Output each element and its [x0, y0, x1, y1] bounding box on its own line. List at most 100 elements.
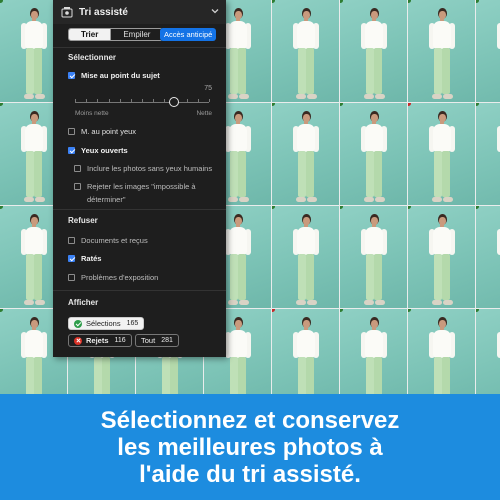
photo-thumbnail[interactable] — [408, 206, 475, 308]
stack-tab[interactable]: Empiler — [110, 29, 163, 40]
pick-flag-icon — [0, 206, 3, 209]
pick-flag-icon — [408, 0, 411, 3]
photo-thumbnail[interactable] — [476, 103, 500, 205]
photo-thumbnail[interactable] — [340, 309, 407, 394]
sort-stack-toggle: Trier Empiler — [68, 28, 164, 41]
early-access-badge[interactable]: Accès anticipé — [160, 28, 217, 41]
select-heading: Sélectionner — [68, 53, 117, 62]
sharpness-slider-thumb[interactable] — [169, 97, 179, 107]
slider-tick — [120, 99, 121, 102]
slider-tick — [131, 99, 132, 102]
pick-flag-icon — [340, 206, 343, 209]
reject-undetermined-option[interactable]: Rejeter les images "impossible à — [74, 181, 196, 191]
eyes-open-option[interactable]: Yeux ouverts — [68, 145, 128, 155]
assisted-sort-panel: Tri assisté Trier Empiler Accès anticipé… — [53, 0, 226, 357]
documents-label: Documents et reçus — [81, 235, 148, 245]
slider-tick — [97, 99, 98, 102]
slider-tick — [187, 99, 188, 102]
missed-checkbox[interactable] — [68, 254, 75, 262]
model-figure — [292, 8, 319, 102]
eye-focus-checkbox[interactable] — [68, 127, 75, 135]
photo-thumbnail[interactable] — [340, 206, 407, 308]
exposure-option[interactable]: Problèmes d'exposition — [68, 272, 158, 282]
eye-focus-label: M. au point yeux — [81, 126, 137, 136]
eye-focus-option[interactable]: M. au point yeux — [68, 126, 136, 136]
pick-flag-icon — [272, 206, 275, 209]
filter-rejects-button[interactable]: Rejets 116 — [68, 334, 132, 347]
assisted-sort-icon — [61, 7, 73, 18]
model-figure — [20, 8, 47, 102]
pick-flag-icon — [0, 0, 3, 3]
photo-thumbnail[interactable] — [476, 206, 500, 308]
slider-tick — [86, 99, 87, 102]
divider — [53, 290, 226, 291]
reject-undetermined-label-cont: déterminer" — [87, 194, 126, 204]
model-figure — [20, 214, 47, 308]
pick-flag-icon — [476, 103, 479, 106]
reject-flag-icon — [408, 103, 411, 106]
documents-checkbox[interactable] — [68, 236, 75, 244]
filter-selections-button[interactable]: Sélections 165 — [68, 317, 145, 330]
photo-thumbnail[interactable] — [272, 103, 339, 205]
photo-thumbnail[interactable] — [476, 0, 500, 102]
model-figure — [292, 214, 319, 308]
photo-thumbnail[interactable] — [272, 0, 339, 102]
photo-thumbnail[interactable] — [408, 103, 475, 205]
photo-thumbnail[interactable] — [272, 309, 339, 394]
photo-thumbnail[interactable] — [408, 0, 475, 102]
missed-option[interactable]: Ratés — [68, 253, 101, 263]
missed-label: Ratés — [81, 253, 102, 263]
sort-tab[interactable]: Trier — [69, 29, 111, 40]
pick-flag-icon — [408, 206, 411, 209]
slider-tick — [209, 99, 210, 102]
panel-header[interactable]: Tri assisté — [53, 0, 226, 24]
x-circle-icon — [74, 336, 82, 345]
exposure-label: Problèmes d'exposition — [81, 272, 159, 282]
pick-flag-icon — [340, 309, 343, 312]
promo-caption: Sélectionnez et conservez les meilleures… — [0, 394, 500, 500]
pick-flag-icon — [476, 0, 479, 3]
chevron-down-icon[interactable] — [210, 6, 220, 16]
exposure-checkbox[interactable] — [68, 273, 75, 281]
photo-thumbnail[interactable] — [408, 309, 475, 394]
photo-thumbnail[interactable] — [272, 206, 339, 308]
reject-flag-icon — [272, 309, 275, 312]
photo-thumbnail[interactable] — [340, 103, 407, 205]
pick-flag-icon — [340, 0, 343, 3]
caption-line-3: l'aide du tri assisté. — [139, 460, 361, 488]
show-heading: Afficher — [68, 298, 99, 307]
documents-option[interactable]: Documents et reçus — [68, 235, 148, 245]
filter-all-button[interactable]: Tout 281 — [135, 334, 179, 347]
selections-count: 165 — [126, 320, 139, 327]
eyes-open-checkbox[interactable] — [68, 146, 75, 154]
pick-flag-icon — [0, 309, 3, 312]
pick-flag-icon — [272, 103, 275, 106]
model-figure — [428, 317, 455, 394]
caption-text: Sélectionnez et conservez les meilleures… — [101, 407, 400, 488]
model-figure — [292, 317, 319, 394]
include-non-human-option[interactable]: Inclure les photos sans yeux humains — [74, 163, 212, 173]
model-figure — [428, 8, 455, 102]
photo-thumbnail[interactable] — [476, 309, 500, 394]
sharpness-slider-track[interactable] — [75, 102, 209, 103]
reject-undetermined-checkbox[interactable] — [74, 182, 81, 190]
reject-heading: Refuser — [68, 216, 98, 225]
model-figure — [360, 317, 387, 394]
photo-thumbnail[interactable] — [340, 0, 407, 102]
subject-focus-option[interactable]: Mise au point du sujet — [68, 70, 160, 80]
model-figure — [360, 214, 387, 308]
model-figure — [20, 317, 47, 394]
model-figure — [496, 317, 500, 394]
include-non-human-checkbox[interactable] — [74, 164, 81, 172]
divider — [53, 209, 226, 210]
slider-max-label: Nette — [196, 110, 212, 117]
subject-focus-checkbox[interactable] — [68, 71, 75, 79]
model-figure — [20, 111, 47, 205]
model-figure — [224, 111, 251, 205]
subject-focus-label: Mise au point du sujet — [81, 70, 160, 80]
reject-undetermined-label: Rejeter les images "impossible à — [87, 181, 196, 191]
model-figure — [428, 111, 455, 205]
pick-flag-icon — [0, 103, 3, 106]
pick-flag-icon — [272, 0, 275, 3]
eyes-open-label: Yeux ouverts — [81, 145, 128, 155]
